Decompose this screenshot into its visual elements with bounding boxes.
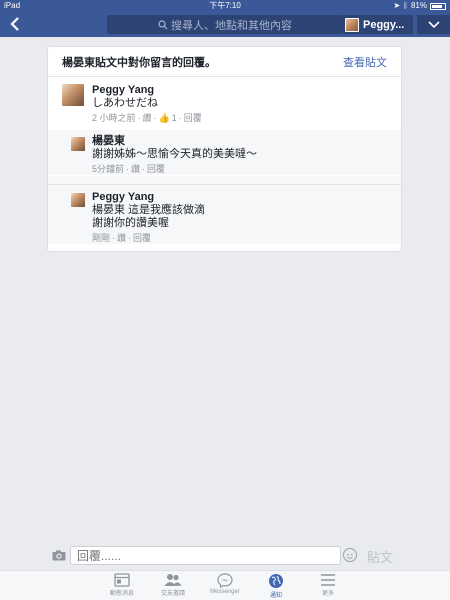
reply-input[interactable]	[70, 546, 341, 565]
comment-meta: 剛剛 · 讚 · 回覆	[92, 232, 152, 244]
clock: 下午7:10	[209, 1, 241, 10]
comment-text: 謝謝姊姊～思愉今天真的美美噠～	[92, 148, 257, 160]
search-icon	[158, 19, 168, 29]
friend-requests-icon	[164, 574, 182, 586]
tab-label: 動態消息	[109, 591, 134, 597]
commenter-avatar[interactable]	[71, 193, 85, 207]
menu-dropdown-button[interactable]	[416, 15, 450, 34]
comment-text: しあわせだね	[92, 97, 158, 109]
notifications-globe-icon	[269, 574, 283, 588]
commenter-name[interactable]: Peggy Yang	[92, 191, 205, 204]
tab-label: Messenger	[210, 589, 240, 595]
comment-time: 5分鐘前	[92, 164, 125, 174]
tab-label: 交友邀請	[160, 591, 185, 597]
like-count: 1	[171, 113, 177, 123]
search-placeholder: 搜尋人、地點和其他內容	[171, 19, 292, 32]
profile-button[interactable]: Peggy...	[343, 15, 413, 34]
reply-item: Peggy Yang 楊晏東 這是我應該做滴 謝謝你的讚美喔 剛剛 · 讚 · 回覆	[48, 184, 401, 244]
battery-icon	[430, 2, 446, 10]
top-navbar: 搜尋人、地點和其他內容 Peggy...	[0, 12, 450, 37]
status-right: ➤ ᛒ 81%	[393, 0, 446, 12]
tab-friend-requests[interactable]: 交友邀請	[148, 573, 198, 600]
view-post-link[interactable]: 查看貼文	[343, 54, 387, 70]
reply-link[interactable]: 回覆	[147, 163, 165, 175]
profile-name: Peggy...	[363, 18, 405, 31]
camera-button[interactable]	[47, 542, 71, 568]
like-link[interactable]: 讚	[117, 232, 126, 244]
comment-meta: 5分鐘前 · 讚 · 回覆	[92, 163, 166, 175]
profile-avatar	[345, 17, 359, 32]
reply-composer: 貼文	[47, 542, 402, 568]
tab-notifications[interactable]: 通知	[251, 573, 301, 600]
emoji-button[interactable]	[343, 548, 357, 562]
search-input[interactable]: 搜尋人、地點和其他內容	[107, 15, 343, 34]
commenter-avatar[interactable]	[62, 84, 84, 106]
news-feed-icon	[114, 573, 130, 587]
card-title: 楊晏東貼文中對你留言的回覆。	[62, 56, 216, 69]
tab-more[interactable]: 更多	[303, 573, 353, 600]
comment-time: 剛剛	[92, 233, 111, 243]
card-header: 楊晏東貼文中對你留言的回覆。 查看貼文	[48, 47, 401, 77]
more-menu-icon	[321, 574, 335, 586]
commenter-name[interactable]: Peggy Yang	[92, 84, 202, 97]
like-link[interactable]: 讚	[143, 112, 152, 124]
bottom-tab-bar: 動態消息 交友邀請 Messenger 通知 更多	[0, 570, 450, 600]
battery-fill	[432, 4, 442, 8]
tab-label: 更多	[321, 591, 334, 597]
commenter-avatar[interactable]	[71, 137, 85, 151]
reply-link[interactable]: 回覆	[184, 112, 202, 124]
comment-text-line1: 楊晏東 這是我應該做滴	[92, 204, 206, 216]
reply-link[interactable]: 回覆	[133, 232, 151, 244]
chevron-down-icon	[427, 20, 440, 28]
status-bar: iPad 下午7:10 ➤ ᛒ 81%	[0, 0, 450, 12]
camera-icon	[52, 550, 66, 560]
tab-messenger[interactable]: Messenger	[200, 573, 250, 600]
thumbs-up-icon: 👍	[158, 113, 170, 123]
comment-meta: 2 小時之前 · 讚 · 👍 1 · 回覆	[92, 112, 202, 124]
comment-text-line2: 謝謝你的讚美喔	[92, 217, 169, 229]
smiley-icon	[347, 553, 353, 559]
tab-label: 通知	[269, 593, 282, 599]
post-reply-button[interactable]: 貼文	[367, 547, 393, 566]
messenger-icon	[217, 573, 233, 588]
location-icon: ➤	[393, 1, 401, 10]
back-button[interactable]	[8, 16, 24, 32]
reply-item: 楊晏東 謝謝姊姊～思愉今天真的美美噠～ 5分鐘前 · 讚 · 回覆	[48, 130, 401, 175]
bluetooth-icon: ᛒ	[403, 1, 408, 10]
chevron-left-icon	[10, 17, 19, 31]
commenter-name[interactable]: 楊晏東	[92, 135, 257, 148]
comment-time: 2 小時之前	[92, 113, 136, 123]
battery-percent: 81%	[410, 1, 427, 10]
tab-news-feed[interactable]: 動態消息	[97, 573, 147, 600]
like-link[interactable]: 讚	[131, 163, 140, 175]
comment-thread-card: 楊晏東貼文中對你留言的回覆。 查看貼文 Peggy Yang しあわせだね 2 …	[47, 46, 402, 252]
comment-item: Peggy Yang しあわせだね 2 小時之前 · 讚 · 👍 1 · 回覆	[48, 84, 401, 128]
